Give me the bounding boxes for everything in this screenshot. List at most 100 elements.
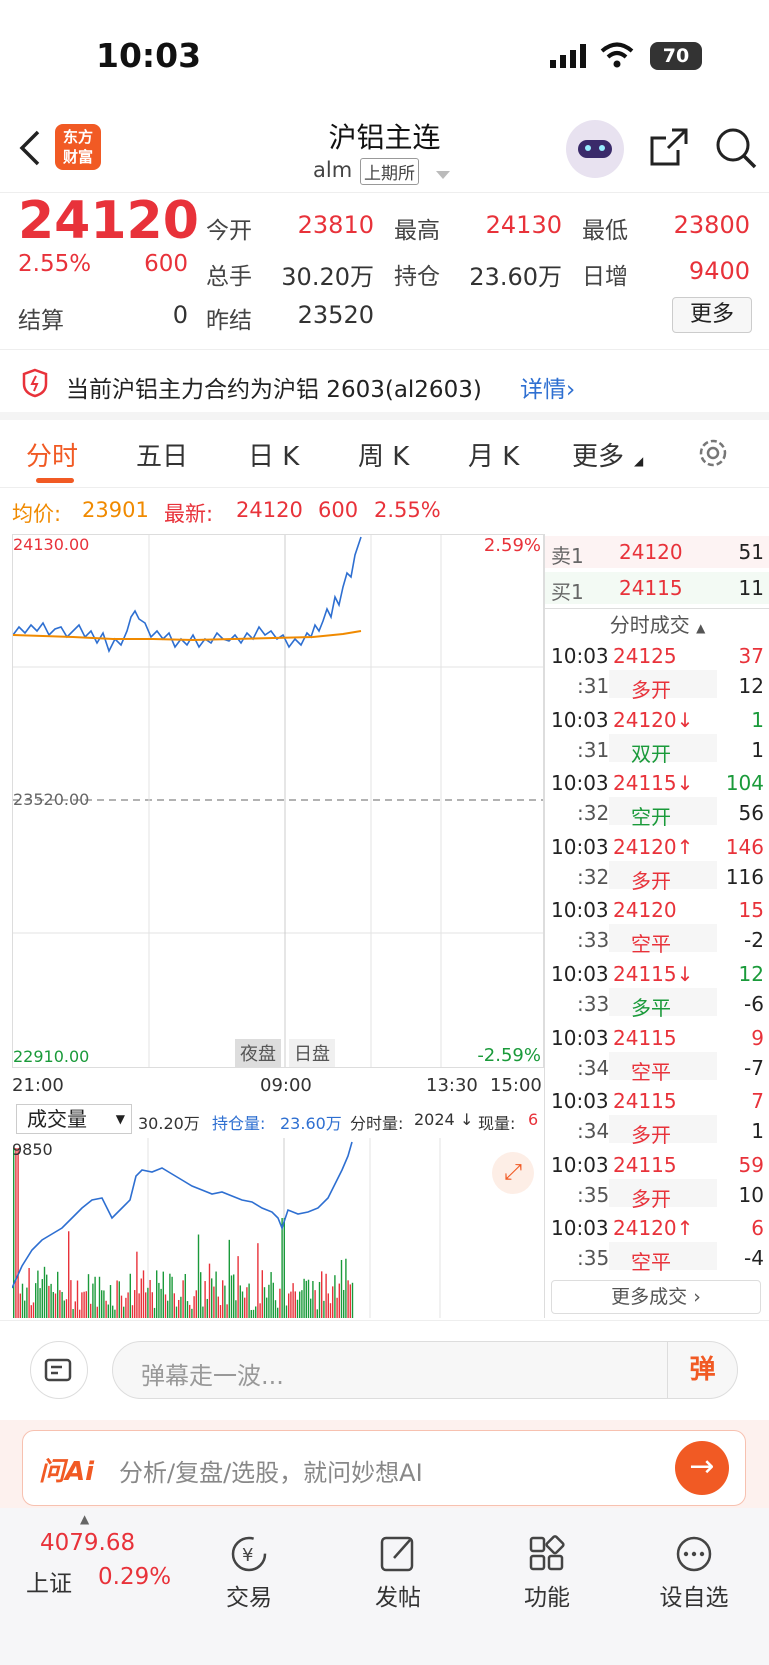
tick-detail-row: :35 多开 10 (545, 1178, 769, 1211)
top-nav: 东方 财富 沪铝主连 alm 上期所 (0, 110, 769, 192)
tick-time: 10:03 (551, 707, 609, 732)
ai-submit-arrow-icon[interactable]: → (675, 1441, 729, 1495)
contract-code: alm (313, 158, 353, 182)
tick-type: 多开 (631, 868, 671, 893)
volume-bar (178, 1299, 180, 1318)
low-label: 最低 (582, 218, 628, 244)
volume-bar (28, 1267, 30, 1318)
volume-bar (59, 1290, 61, 1318)
volume-chart[interactable]: 9850 ⤢ (12, 1138, 544, 1318)
volume-bar (217, 1296, 219, 1318)
volume-bar (70, 1280, 72, 1318)
ai-search-input[interactable]: 问Ai 分析/复盘/选股，就问妙想AI → (22, 1430, 746, 1506)
volume-bar (189, 1304, 191, 1318)
dropdown-icon[interactable] (436, 166, 450, 185)
tab-more-caret-icon: ◢ (634, 454, 644, 468)
avg-label: 均价: (12, 502, 62, 526)
volume-bar (239, 1285, 241, 1318)
nav-functions[interactable]: 功能 (487, 1534, 607, 1612)
tick-time: 10:03 (551, 834, 609, 859)
volume-bar (323, 1300, 325, 1318)
danmaku-send-button[interactable]: 弹 (667, 1342, 737, 1398)
index-pct[interactable]: 0.29% (98, 1564, 171, 1590)
tick-oi-change: -2 (744, 928, 764, 953)
notice-detail-link[interactable]: 详情› (520, 370, 575, 404)
intraday-chart[interactable]: 24130.00 23520.00 22910.00 2.59% -2.59% … (12, 534, 544, 1068)
more-button[interactable]: 更多 (672, 297, 752, 333)
volume-bar (81, 1292, 83, 1318)
settings-gear-icon[interactable] (696, 436, 730, 474)
bid-row: 买1 24115 11 (545, 572, 769, 604)
volume-bar (39, 1288, 41, 1318)
tick-time: 10:03 (551, 1089, 609, 1114)
chart-tabs: 分时 五日 日 K 周 K 月 K 更多 ◢ (0, 420, 769, 488)
tab-intraday[interactable]: 分时 (26, 436, 78, 473)
nav-add-watchlist[interactable]: 设自选 (634, 1534, 754, 1612)
tab-weekly-k[interactable]: 周 K (358, 436, 409, 473)
day-session-label: 日盘 (289, 1039, 335, 1067)
indicator-select[interactable]: 成交量 ▼ (16, 1104, 132, 1134)
tick-type: 空开 (631, 805, 671, 830)
volume-bar (169, 1273, 171, 1318)
volume-bar (118, 1281, 120, 1318)
volume-bar (261, 1270, 263, 1318)
tick-type: 空平 (631, 932, 671, 957)
y-prev-settle-label: 23520.00 (13, 790, 90, 809)
signal-icon (550, 44, 590, 72)
danmaku-input[interactable]: 弹幕走一波... 弹 (112, 1341, 738, 1399)
tick-oi-change: -4 (744, 1246, 764, 1271)
volume-bar (336, 1297, 338, 1318)
search-icon[interactable] (714, 126, 758, 174)
tick-detail-row: :32 多开 116 (545, 860, 769, 893)
volume-bar (98, 1276, 101, 1318)
volume-bar (13, 1148, 15, 1318)
index-value[interactable]: 4079.68 (40, 1530, 135, 1556)
tick-detail-row: :33 空平 -2 (545, 924, 769, 956)
tab-monthly-k[interactable]: 月 K (468, 436, 519, 473)
volume-bar (197, 1234, 200, 1318)
tick-row: 10:03 24115↓ 104 (545, 767, 769, 799)
volume-bar (294, 1291, 296, 1318)
tick-volume: 37 (738, 644, 764, 668)
index-name[interactable]: 上证 (26, 1564, 72, 1598)
active-tab-indicator (36, 478, 74, 483)
volume-bar (32, 1302, 35, 1318)
volume-bar (142, 1270, 145, 1318)
volume-bar (312, 1281, 314, 1318)
share-icon[interactable] (648, 126, 690, 172)
price-line (13, 536, 362, 654)
volume-bar (226, 1304, 228, 1318)
volume-bar (138, 1293, 140, 1318)
volume-bar (345, 1258, 347, 1318)
volume-bar (283, 1218, 285, 1318)
notice-bar[interactable]: 当前沪铝主力合约为沪铝 2603(al2603) 详情› (0, 350, 769, 420)
prev-settle-value: 23520 (297, 301, 374, 329)
tick-detail-row: :34 多开 1 (545, 1115, 769, 1147)
tick-volume: 1 (751, 707, 764, 732)
volume-bar (46, 1274, 48, 1318)
danmaku-list-icon[interactable] (30, 1341, 88, 1399)
tick-time: 10:03 (551, 1025, 609, 1050)
daily-value: 9400 (688, 257, 750, 285)
price-info-line: 均价: 23901 最新: 24120 600 2.55% (0, 488, 769, 534)
volume-bar (296, 1299, 299, 1318)
notice-text: 当前沪铝主力合约为沪铝 2603(al2603) (66, 377, 482, 403)
nav-post[interactable]: 发帖 (338, 1534, 458, 1612)
volume-bar (26, 1287, 28, 1318)
tab-five-day[interactable]: 五日 (136, 436, 188, 473)
tick-oi-change: 1 (751, 737, 764, 762)
nav-trade[interactable]: ¥ 交易 (189, 1534, 309, 1612)
volume-bar (114, 1309, 116, 1318)
x-label-1500: 15:00 (490, 1075, 542, 1096)
ticks-header[interactable]: 分时成交 ▲ (545, 608, 769, 640)
volume-bar (266, 1297, 268, 1318)
volume-bar (112, 1305, 114, 1318)
more-trades-button[interactable]: 更多成交 › (551, 1280, 761, 1314)
tab-daily-k[interactable]: 日 K (248, 436, 299, 473)
expand-icon[interactable]: ⤢ (492, 1152, 534, 1194)
volume-bar (134, 1290, 136, 1318)
volume-bar (246, 1287, 248, 1318)
robot-avatar-icon[interactable] (566, 120, 624, 178)
volume-bar (235, 1300, 237, 1318)
tab-more[interactable]: 更多 (572, 436, 624, 473)
